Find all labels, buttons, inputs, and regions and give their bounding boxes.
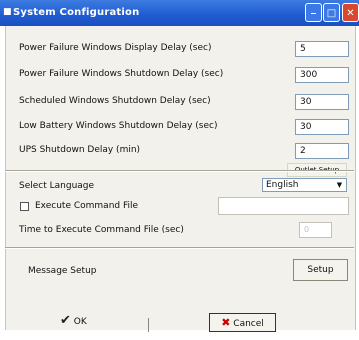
cancel-button[interactable]: ✖ Cancel bbox=[209, 313, 276, 332]
footer-divider bbox=[148, 318, 149, 332]
scheduled-shutdown-delay-input[interactable]: 30 bbox=[295, 94, 349, 110]
ups-icon: ■ bbox=[3, 7, 12, 17]
window-title: System Configuration bbox=[13, 7, 140, 18]
shutdown-delay-input[interactable]: 300 bbox=[295, 67, 349, 83]
maximize-icon: □ bbox=[326, 8, 337, 19]
title-bar[interactable]: ■ System Configuration ⎯ □ ✕ bbox=[0, 0, 359, 26]
display-delay-input[interactable]: 5 bbox=[295, 41, 349, 57]
checkmark-icon: ✔ bbox=[60, 313, 71, 328]
maximize-button[interactable]: □ bbox=[323, 3, 340, 22]
execute-command-label: Execute Command File bbox=[35, 201, 139, 211]
cancel-x-icon: ✖ bbox=[221, 316, 231, 329]
display-delay-label: Power Failure Windows Display Delay (sec… bbox=[19, 43, 212, 53]
section-separator-2 bbox=[5, 247, 354, 249]
message-setup-button[interactable]: Setup bbox=[293, 259, 348, 281]
ok-button[interactable]: ✔ OK bbox=[60, 311, 87, 331]
low-battery-delay-label: Low Battery Windows Shutdown Delay (sec) bbox=[19, 121, 218, 131]
execute-command-checkbox[interactable] bbox=[20, 202, 29, 211]
cancel-label: Cancel bbox=[233, 319, 264, 329]
ups-shutdown-delay-input[interactable]: 2 bbox=[295, 143, 349, 159]
system-configuration-window: ■ System Configuration ⎯ □ ✕ Power Failu… bbox=[0, 0, 359, 340]
language-dropdown[interactable]: English ▼ bbox=[262, 178, 347, 192]
message-setup-label: Message Setup bbox=[28, 266, 97, 276]
command-file-input[interactable] bbox=[218, 197, 349, 215]
minimize-button[interactable]: ⎯ bbox=[305, 3, 322, 22]
language-selected: English bbox=[266, 180, 299, 190]
low-battery-delay-input[interactable]: 30 bbox=[295, 119, 349, 135]
minimize-icon: ⎯ bbox=[311, 8, 316, 19]
close-button[interactable]: ✕ bbox=[342, 3, 359, 22]
select-language-label: Select Language bbox=[19, 181, 95, 191]
time-to-execute-label: Time to Execute Command File (sec) bbox=[19, 225, 184, 235]
close-icon: ✕ bbox=[346, 8, 355, 19]
ups-shutdown-delay-label: UPS Shutdown Delay (min) bbox=[19, 145, 141, 155]
ok-label: OK bbox=[73, 317, 87, 327]
shutdown-delay-label: Power Failure Windows Shutdown Delay (se… bbox=[19, 69, 224, 79]
section-separator bbox=[5, 170, 354, 172]
chevron-down-icon[interactable]: ▼ bbox=[334, 180, 345, 190]
time-to-execute-input[interactable]: 0 bbox=[299, 222, 332, 238]
scheduled-shutdown-delay-label: Scheduled Windows Shutdown Delay (sec) bbox=[19, 96, 211, 106]
